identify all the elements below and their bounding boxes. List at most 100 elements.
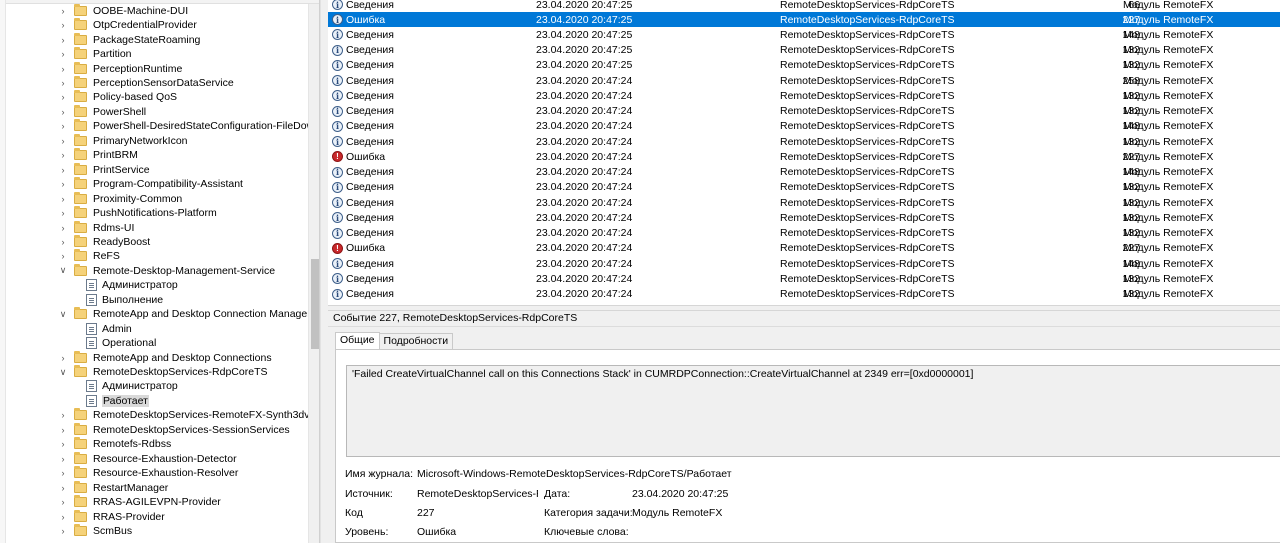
tree-folder-item[interactable]: › RRAS-AGILEVPN-Provider — [58, 495, 221, 510]
chevron-right-icon[interactable]: › — [58, 107, 68, 117]
event-row[interactable]: i Сведения 23.04.2020 20:47:24 RemoteDeskto… — [328, 271, 1280, 286]
tree-folder-item[interactable]: › RemoteDesktopServices-SessionServices — [58, 422, 290, 438]
chevron-right-icon[interactable]: › — [58, 425, 68, 435]
event-row[interactable]: i Сведения 23.04.2020 20:47:25 RemoteDeskto… — [328, 58, 1280, 73]
event-row[interactable]: i Сведения 23.04.2020 20:47:25 RemoteDeskto… — [328, 27, 1280, 42]
tree-folder-item[interactable]: › Policy-based QoS — [58, 90, 177, 105]
tree-folder-item[interactable]: › Proximity-Common — [58, 191, 182, 206]
tree-log-item[interactable]: Admin — [86, 321, 132, 336]
event-row[interactable]: i Сведения 23.04.2020 20:47:24 RemoteDeskto… — [328, 180, 1280, 195]
chevron-right-icon[interactable]: › — [58, 179, 68, 189]
tree-folder-item[interactable]: › PerceptionRuntime — [58, 61, 182, 76]
chevron-right-icon[interactable]: › — [58, 208, 68, 218]
tree-scrollbar[interactable] — [308, 4, 319, 543]
tree-folder-item[interactable]: › PushNotifications-Platform — [58, 206, 217, 221]
tree-folder-item[interactable]: › ReadyBoost — [58, 234, 150, 250]
event-row[interactable]: i Сведения 23.04.2020 20:47:25 RemoteDeskto… — [328, 0, 1280, 12]
event-row[interactable]: i Сведения 23.04.2020 20:47:24 RemoteDeskto… — [328, 287, 1280, 302]
tree-folder-item[interactable]: › RemoteApp and Desktop Connections — [58, 350, 272, 365]
chevron-right-icon[interactable]: › — [58, 410, 68, 420]
tree-folder-item[interactable]: › Program-Compatibility-Assistant — [58, 177, 243, 192]
tab-details[interactable]: Подробности — [378, 333, 454, 349]
chevron-right-icon[interactable]: › — [58, 468, 68, 478]
tree-folder-item[interactable]: › PerceptionSensorDataService — [58, 76, 234, 91]
chevron-right-icon[interactable]: › — [58, 165, 68, 175]
chevron-down-icon[interactable]: ∨ — [58, 265, 68, 276]
tree-folder-item[interactable]: › Rdms-UI — [58, 220, 134, 235]
tab-general[interactable]: Общие — [335, 332, 380, 350]
event-row[interactable]: ! Ошибка 23.04.2020 20:47:24 RemoteDesktopS… — [328, 241, 1280, 256]
tree-folder-item[interactable]: › Partition — [58, 47, 132, 62]
event-row[interactable]: i Сведения 23.04.2020 20:47:24 RemoteDeskto… — [328, 134, 1280, 149]
tree-log-item[interactable]: Работает — [86, 394, 149, 409]
tree-folder-item[interactable]: › PowerShell-DesiredStateConfiguration-Fi… — [58, 119, 319, 134]
chevron-right-icon[interactable]: › — [58, 136, 68, 146]
tree-folder-item[interactable]: › Resource-Exhaustion-Detector — [58, 451, 237, 466]
chevron-right-icon[interactable]: › — [58, 49, 68, 59]
tree-log-item[interactable]: Администратор — [86, 278, 178, 293]
tree-folder-item[interactable]: › PowerShell — [58, 104, 146, 120]
tree-folder-item[interactable]: › Remotefs-Rdbss — [58, 437, 171, 452]
chevron-right-icon[interactable]: › — [58, 150, 68, 160]
chevron-right-icon[interactable]: › — [58, 237, 68, 247]
event-row[interactable]: i Сведения 23.04.2020 20:47:24 RemoteDeskto… — [328, 195, 1280, 210]
tree-folder-item[interactable]: › PrintService — [58, 162, 150, 177]
chevron-right-icon[interactable]: › — [58, 20, 68, 30]
event-row[interactable]: ! Ошибка 23.04.2020 20:47:24 RemoteDesktopS… — [328, 149, 1280, 164]
folder-icon — [74, 162, 87, 175]
tree-log-item[interactable]: Operational — [86, 336, 156, 351]
chevron-down-icon[interactable]: ∨ — [58, 367, 68, 377]
tree-folder-item[interactable]: › ReFS — [58, 249, 120, 264]
tree-folder-item[interactable]: ∨ Remote-Desktop-Management-Service — [58, 263, 275, 279]
tree-folder-item[interactable]: › PackageStateRoaming — [58, 32, 200, 47]
chevron-right-icon[interactable]: › — [58, 353, 68, 363]
event-row[interactable]: i Сведения 23.04.2020 20:47:24 RemoteDeskto… — [328, 210, 1280, 225]
event-message-box[interactable]: 'Failed CreateVirtualChannel call on thi… — [346, 365, 1280, 457]
chevron-right-icon[interactable]: › — [58, 194, 68, 204]
event-row[interactable]: i Сведения 23.04.2020 20:47:24 RemoteDeskto… — [328, 256, 1280, 271]
tree-folder-item[interactable]: › RRAS-Provider — [58, 509, 165, 524]
tree-item-label: RRAS-AGILEVPN-Provider — [93, 496, 221, 509]
tree-folder-item[interactable]: › Resource-Exhaustion-Resolver — [58, 466, 238, 481]
event-row[interactable]: i Сведения 23.04.2020 20:47:24 RemoteDeskto… — [328, 104, 1280, 119]
log-tree-pane[interactable]: › OOBE-Machine-DUI › OtpCredentialProvider ›… — [0, 0, 320, 543]
event-row[interactable]: i Сведения 23.04.2020 20:47:24 RemoteDeskto… — [328, 226, 1280, 241]
tree-folder-item[interactable]: › ScmBus — [58, 523, 132, 539]
tree-folder-item[interactable]: › RemoteDesktopServices-RemoteFX-Synth3dv… — [58, 408, 319, 423]
chevron-right-icon[interactable]: › — [58, 251, 68, 261]
event-row[interactable]: i Сведения 23.04.2020 20:47:24 RemoteDeskto… — [328, 73, 1280, 88]
tree-folder-item[interactable]: › PrintBRM — [58, 148, 138, 163]
chevron-right-icon[interactable]: › — [58, 92, 68, 102]
event-row[interactable]: i Ошибка 23.04.2020 20:47:25 RemoteDesktopS… — [328, 12, 1280, 28]
tree-scrollbar-thumb[interactable] — [311, 259, 319, 349]
tree-item-label: Policy-based QoS — [93, 91, 178, 104]
chevron-right-icon[interactable]: › — [58, 6, 68, 16]
event-row[interactable]: i Сведения 23.04.2020 20:47:25 RemoteDeskto… — [328, 43, 1280, 58]
chevron-right-icon[interactable]: › — [58, 64, 68, 74]
event-level-cell: i Сведения — [332, 90, 394, 102]
tree-folder-item[interactable]: › OOBE-Machine-DUI — [58, 3, 188, 19]
vertical-splitter[interactable] — [320, 0, 328, 543]
tree-folder-item[interactable]: › OtpCredentialProvider — [58, 18, 197, 33]
event-row[interactable]: i Сведения 23.04.2020 20:47:24 RemoteDeskto… — [328, 88, 1280, 103]
tree-log-item[interactable]: Администратор — [86, 379, 178, 394]
chevron-right-icon[interactable]: › — [58, 223, 68, 233]
chevron-right-icon[interactable]: › — [58, 35, 68, 45]
tree-folder-item[interactable]: ∨ RemoteDesktopServices-RdpCoreTS — [58, 365, 267, 380]
chevron-right-icon[interactable]: › — [58, 439, 68, 449]
chevron-right-icon[interactable]: › — [58, 78, 68, 88]
chevron-right-icon[interactable]: › — [58, 497, 68, 507]
chevron-right-icon[interactable]: › — [58, 454, 68, 464]
chevron-down-icon[interactable]: ∨ — [58, 309, 68, 319]
tree-folder-item[interactable]: ∨ RemoteApp and Desktop Connection Manage… — [58, 307, 319, 322]
events-list[interactable]: i Сведения 23.04.2020 20:47:25 RemoteDeskto… — [328, 0, 1280, 305]
event-row[interactable]: i Сведения 23.04.2020 20:47:24 RemoteDeskto… — [328, 119, 1280, 134]
event-row[interactable]: i Сведения 23.04.2020 20:47:24 RemoteDeskto… — [328, 165, 1280, 180]
chevron-right-icon[interactable]: › — [58, 512, 68, 522]
tree-folder-item[interactable]: › RestartManager — [58, 480, 168, 495]
tree-folder-item[interactable]: › PrimaryNetworkIcon — [58, 133, 188, 149]
chevron-right-icon[interactable]: › — [58, 121, 68, 131]
tree-log-item[interactable]: Выполнение — [86, 293, 163, 308]
chevron-right-icon[interactable]: › — [58, 526, 68, 536]
chevron-right-icon[interactable]: › — [58, 483, 68, 493]
